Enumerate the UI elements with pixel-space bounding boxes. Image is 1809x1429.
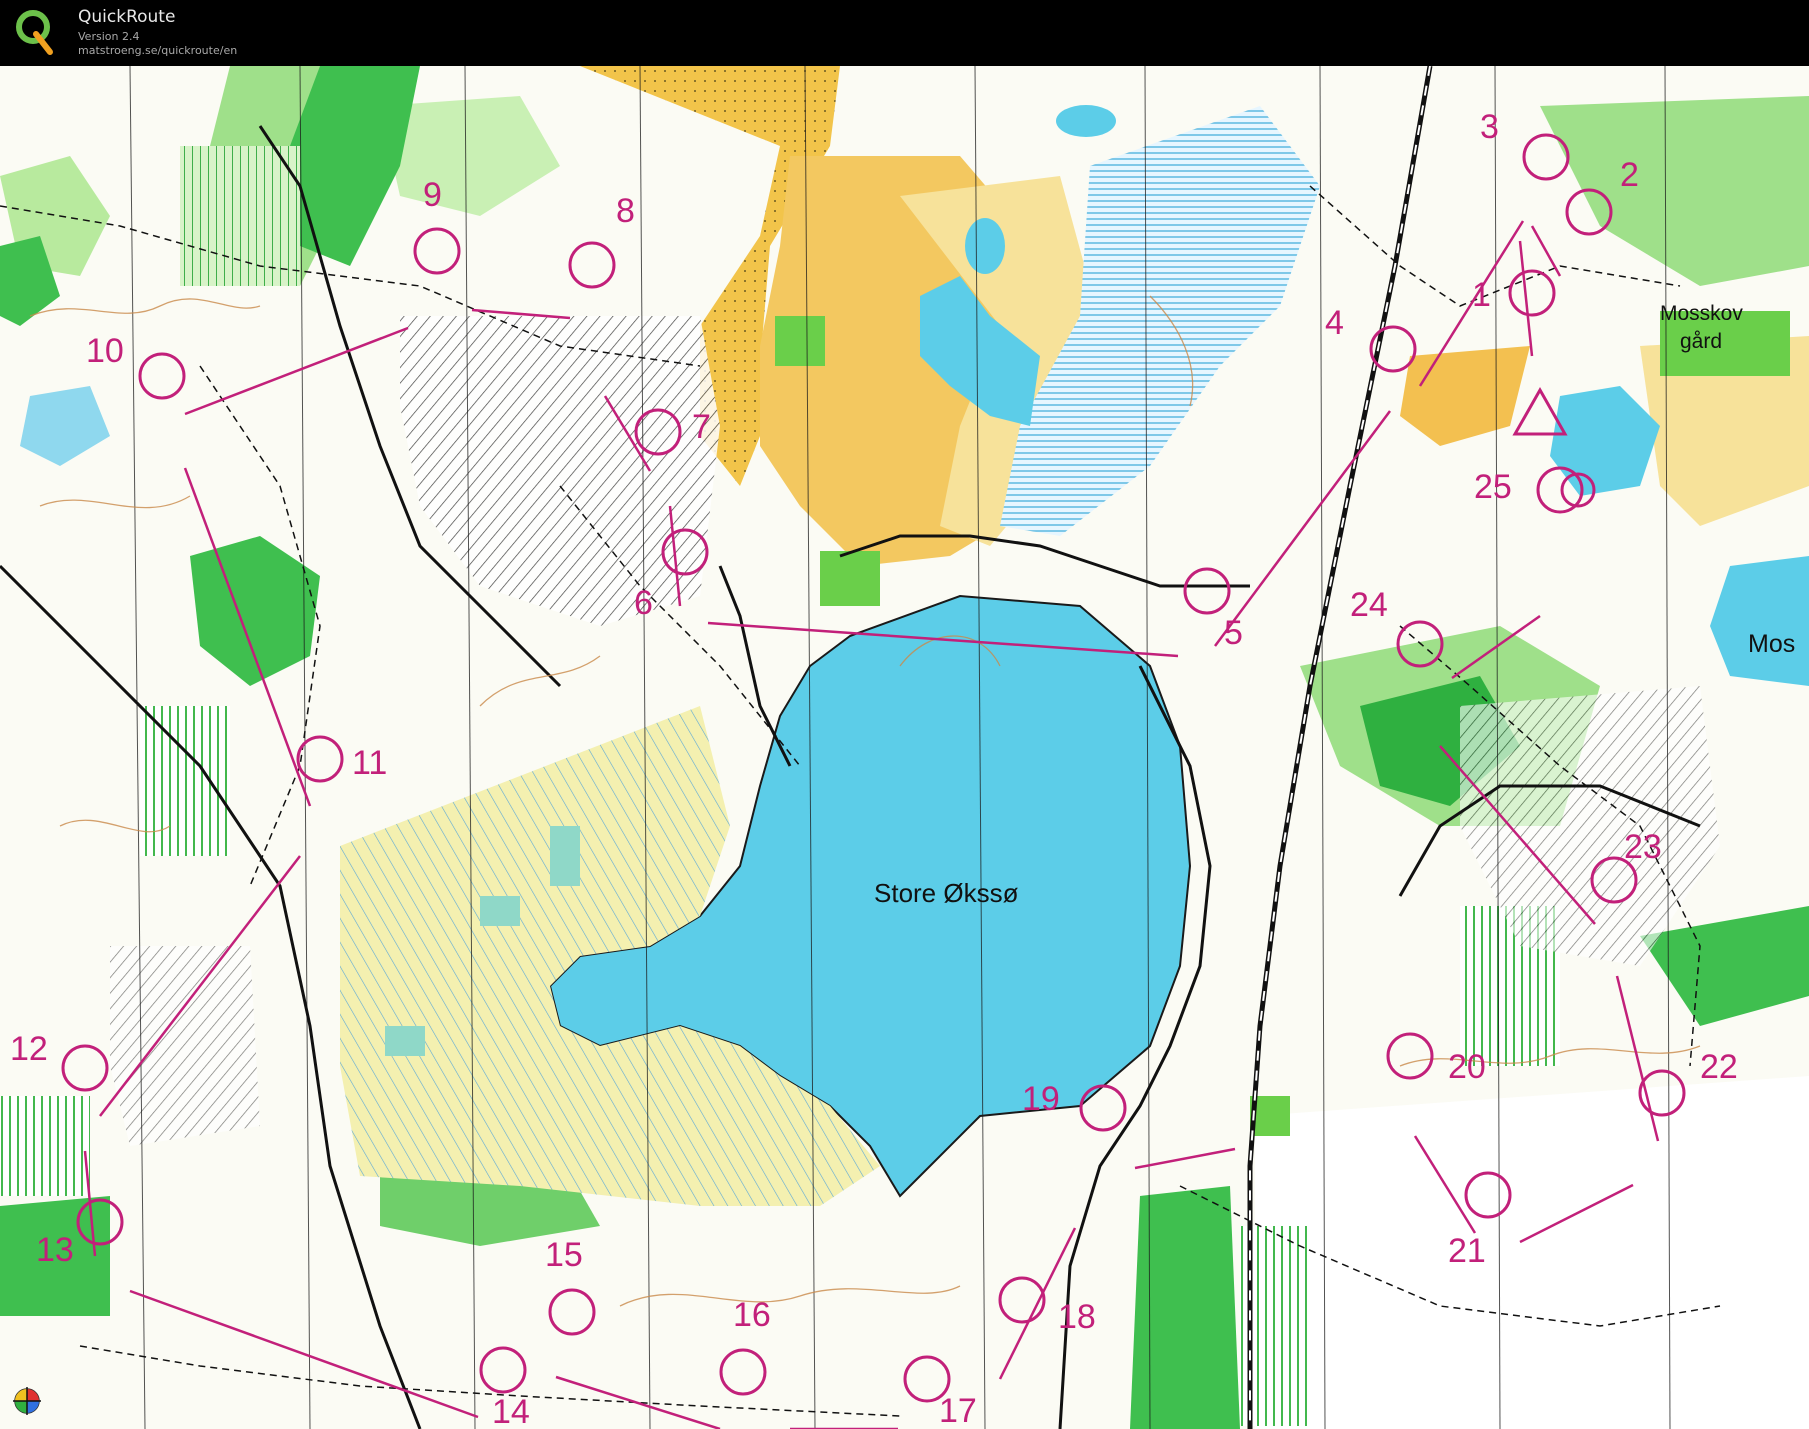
pond-top <box>1056 105 1116 137</box>
control-number-23: 23 <box>1624 828 1662 866</box>
farm-label-line1: Mosskov <box>1660 302 1743 325</box>
cultivated-3 <box>110 946 260 1146</box>
control-number-9: 9 <box>423 176 442 214</box>
app-url[interactable]: matstroeng.se/quickroute/en <box>78 44 237 57</box>
pond-north <box>965 218 1005 274</box>
app-version: Version 2.4 <box>78 30 140 43</box>
app-title: QuickRoute <box>78 7 176 27</box>
unmapped-area <box>1255 1076 1809 1429</box>
control-number-12: 12 <box>10 1030 48 1068</box>
map-canvas[interactable]: 1 2 3 4 5 6 7 8 9 10 11 12 13 14 15 16 1… <box>0 66 1809 1429</box>
control-number-17: 17 <box>939 1392 977 1429</box>
control-number-25: 25 <box>1474 468 1512 506</box>
lake-label: Store Økssø <box>874 878 1019 908</box>
control-number-6: 6 <box>634 584 653 622</box>
control-number-1: 1 <box>1472 276 1491 314</box>
control-number-4: 4 <box>1325 304 1344 342</box>
settlement-west <box>0 1096 90 1196</box>
control-number-21: 21 <box>1448 1232 1486 1270</box>
field-patch-3 <box>385 1026 425 1056</box>
control-number-8: 8 <box>616 192 635 230</box>
control-number-19: 19 <box>1022 1080 1060 1118</box>
control-number-13: 13 <box>36 1231 74 1269</box>
edge-label: Mos <box>1748 630 1795 658</box>
control-number-2: 2 <box>1620 156 1639 194</box>
control-number-24: 24 <box>1350 586 1388 624</box>
control-number-5: 5 <box>1224 614 1243 652</box>
control-number-20: 20 <box>1448 1048 1486 1086</box>
farm-label-line2: gård <box>1680 330 1722 353</box>
field-patch-1 <box>550 826 580 886</box>
undergrowth-4 <box>180 146 300 286</box>
control-number-16: 16 <box>733 1296 771 1334</box>
quickroute-logo-icon <box>16 10 53 55</box>
control-number-15: 15 <box>545 1236 583 1274</box>
house-patch-2 <box>820 551 880 606</box>
forest-dense-6 <box>1130 1186 1240 1429</box>
control-number-22: 22 <box>1700 1048 1738 1086</box>
control-number-14: 14 <box>492 1393 530 1429</box>
field-patch-2 <box>480 896 520 926</box>
control-number-10: 10 <box>86 332 124 370</box>
control-number-3: 3 <box>1480 108 1499 146</box>
control-number-7: 7 <box>692 408 711 446</box>
undergrowth-1 <box>140 706 230 856</box>
control-number-11: 11 <box>352 744 387 782</box>
house-patch-1 <box>775 316 825 366</box>
orienteering-map[interactable]: 1 2 3 4 5 6 7 8 9 10 11 12 13 14 15 16 1… <box>0 66 1809 1429</box>
title-bar: QuickRoute Version 2.4 matstroeng.se/qui… <box>0 0 1809 66</box>
control-number-18: 18 <box>1058 1298 1096 1336</box>
compass-icon[interactable] <box>12 1386 42 1416</box>
